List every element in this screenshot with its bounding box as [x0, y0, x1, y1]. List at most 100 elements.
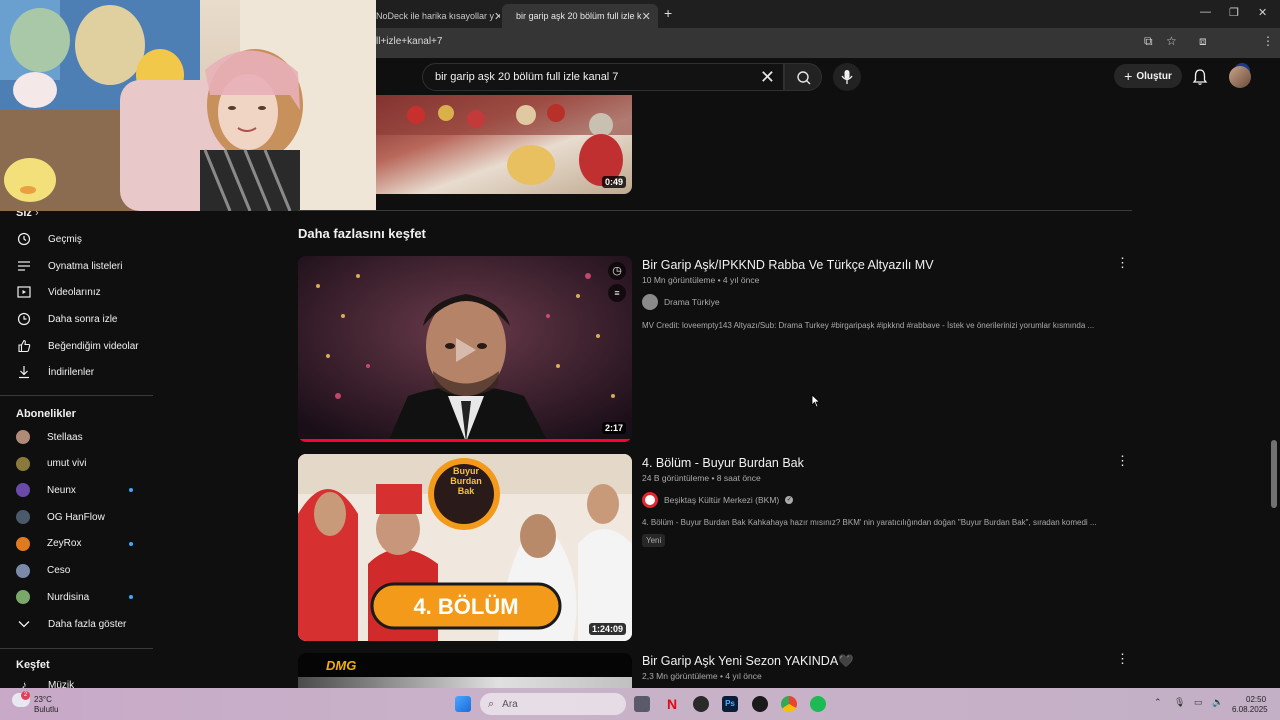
minimize-icon[interactable]: — — [1200, 6, 1211, 18]
channel-avatar — [16, 563, 30, 578]
explore-more-title: Daha fazlasını keşfet — [298, 226, 426, 241]
sidebar-subscription[interactable]: Stellaas — [16, 427, 83, 447]
netflix-app-icon[interactable]: N — [664, 696, 680, 712]
display-tray-icon[interactable]: ▭ — [1194, 697, 1203, 708]
sidebar-item-downloads[interactable]: İndirilenler — [16, 362, 94, 382]
thumbs-up-icon — [16, 339, 32, 353]
video-channel-2[interactable]: Beşiktaş Kültür Merkezi (BKM) ✓ — [642, 492, 794, 508]
voice-search-button[interactable] — [833, 63, 861, 91]
chrome-app-icon[interactable] — [781, 696, 797, 712]
video-thumbnail-1[interactable]: ◷ ≡ 2:17 — [298, 256, 632, 442]
extensions-icon[interactable]: ⧈ — [1199, 34, 1207, 49]
sidebar-subscription-label: OG HanFlow — [47, 511, 105, 523]
close-window-icon[interactable]: ✕ — [1258, 6, 1267, 19]
previous-video-thumbnail[interactable]: 0:49 — [376, 95, 632, 194]
video-menu-icon[interactable]: ⋮ — [1116, 454, 1129, 467]
watch-later-icon[interactable]: ◷ — [608, 262, 626, 280]
sidebar-subscription[interactable]: Ceso — [16, 561, 70, 581]
webcam-overlay — [0, 0, 376, 211]
dance-scene-image — [376, 95, 632, 186]
chevron-down-icon — [16, 620, 32, 628]
show-more-label: Daha fazla göster — [48, 618, 127, 630]
clear-search-icon[interactable]: ✕ — [760, 67, 775, 87]
sidebar-subscription[interactable]: OG HanFlow — [16, 507, 105, 527]
sidebar-item-history[interactable]: Geçmiş — [16, 229, 82, 249]
search-button[interactable] — [784, 63, 822, 91]
clock-date: 6.08.2025 — [1232, 705, 1268, 714]
sidebar-item-playlists[interactable]: Oynatma listeleri — [16, 256, 122, 276]
account-avatar[interactable] — [1229, 66, 1251, 88]
bookmark-star-icon[interactable]: ☆ — [1166, 34, 1177, 48]
url-field[interactable]: ll+izle+kanal+7 — [376, 36, 442, 47]
page-scrollbar[interactable] — [1271, 440, 1277, 508]
sidebar-item-your-videos[interactable]: Videolarınız — [16, 282, 101, 302]
close-tab-icon[interactable]: ✕ — [494, 10, 500, 23]
microphone-tray-icon[interactable]: 🎙 — [1174, 697, 1185, 708]
search-input[interactable]: bir garip aşk 20 bölüm full izle kanal 7… — [422, 63, 784, 91]
steam-app-icon[interactable] — [693, 696, 709, 712]
video-channel-1[interactable]: Drama Türkiye — [642, 294, 720, 310]
task-view-icon[interactable] — [634, 696, 650, 712]
sidebar-divider — [0, 395, 153, 396]
close-tab-icon[interactable]: ✕ — [642, 10, 651, 23]
sidebar-divider — [0, 648, 153, 649]
sidebar-item-watch-later[interactable]: Daha sonra izle — [16, 309, 117, 329]
sidebar-item-label: Müzik — [48, 680, 75, 688]
video-title-2[interactable]: 4. Bölüm - Buyur Burdan Bak — [642, 456, 804, 470]
sidebar-subscription-label: Ceso — [47, 565, 71, 576]
history-icon — [16, 232, 32, 246]
notification-count-badge: 2 — [21, 691, 30, 700]
create-button[interactable]: + Oluştur — [1114, 64, 1182, 88]
sidebar-subscription-label: Stellaas — [47, 431, 83, 443]
video-menu-icon[interactable]: ⋮ — [1116, 256, 1129, 269]
show-more-button[interactable]: Daha fazla göster — [16, 614, 126, 634]
channel-avatar — [642, 492, 658, 508]
restore-icon[interactable]: ❐ — [1229, 6, 1239, 19]
volume-tray-icon[interactable]: 🔈 — [1212, 697, 1223, 708]
webcam-streamer-image — [0, 0, 376, 211]
windows-taskbar: 2 23°C Bulutlu ⌕ Ara N Ps ⌃ 🎙 ▭ 🔈 02:50 … — [0, 688, 1280, 720]
channel-avatar — [16, 590, 30, 605]
taskbar-search-label: Ara — [502, 698, 518, 710]
add-to-queue-icon[interactable]: ≡ — [608, 284, 626, 302]
tab-label: NoDeck ile harika kısayollar y — [376, 11, 495, 21]
browser-tab-nodeck[interactable]: NoDeck ile harika kısayollar y ✕ — [368, 4, 500, 28]
clock-time[interactable]: 02:50 — [1246, 695, 1266, 704]
video-title-1[interactable]: Bir Garip Aşk/IPKKND Rabba Ve Türkçe Alt… — [642, 258, 934, 272]
thumbnail-episode-text: 4. BÖLÜM — [413, 594, 519, 619]
sidebar-subscription[interactable]: Neunx — [16, 480, 76, 500]
photoshop-app-icon[interactable]: Ps — [722, 696, 738, 712]
new-badge: Yeni — [642, 534, 666, 547]
sidebar-item-label: Oynatma listeleri — [48, 260, 123, 272]
obs-app-icon[interactable] — [752, 696, 768, 712]
sidebar-subscription[interactable]: Nurdisina — [16, 587, 89, 607]
tray-chevron-up-icon[interactable]: ⌃ — [1154, 697, 1162, 708]
weather-temp[interactable]: 23°C — [34, 695, 52, 704]
verified-icon: ✓ — [785, 496, 794, 504]
video-thumbnail-3[interactable]: DMG — [298, 653, 632, 688]
sidebar-subscription[interactable]: ZeyRox — [16, 534, 81, 554]
tab-label: bir garip aşk 20 bölüm full izle k — [516, 11, 642, 21]
browser-tab-youtube[interactable]: bir garip aşk 20 bölüm full izle k ✕ — [502, 4, 658, 28]
bell-icon — [1192, 69, 1208, 85]
video-thumbnail-2[interactable]: Buyur Burdan Bak 4. BÖLÜM 1:24:09 — [298, 454, 632, 641]
channel-avatar — [16, 536, 30, 551]
sidebar-item-label: Daha sonra izle — [48, 313, 118, 325]
sidebar-subscription-label: Neunx — [47, 484, 76, 496]
video-title-3[interactable]: Bir Garip Aşk Yeni Sezon YAKINDA🖤 — [642, 654, 854, 669]
video-menu-icon[interactable]: ⋮ — [1116, 652, 1129, 665]
sidebar-item-music[interactable]: ♪ Müzik — [16, 680, 75, 688]
notifications-button[interactable] — [1192, 68, 1208, 91]
browser-menu-icon[interactable]: ⋮ — [1262, 34, 1274, 48]
cast-icon[interactable]: ⧉ — [1144, 34, 1153, 49]
taskbar-search[interactable]: ⌕ Ara — [480, 693, 626, 715]
windows-start-icon[interactable] — [455, 696, 471, 712]
sidebar-subscription[interactable]: umut vivi — [16, 454, 86, 474]
spotify-app-icon[interactable] — [810, 696, 826, 712]
new-content-dot — [129, 541, 133, 546]
new-tab-button[interactable]: + — [664, 5, 672, 21]
watched-progress-bar — [298, 439, 632, 442]
video-duration: 0:49 — [601, 176, 626, 188]
channel-avatar — [16, 430, 30, 444]
sidebar-item-liked-videos[interactable]: Beğendiğim videolar — [16, 336, 139, 356]
